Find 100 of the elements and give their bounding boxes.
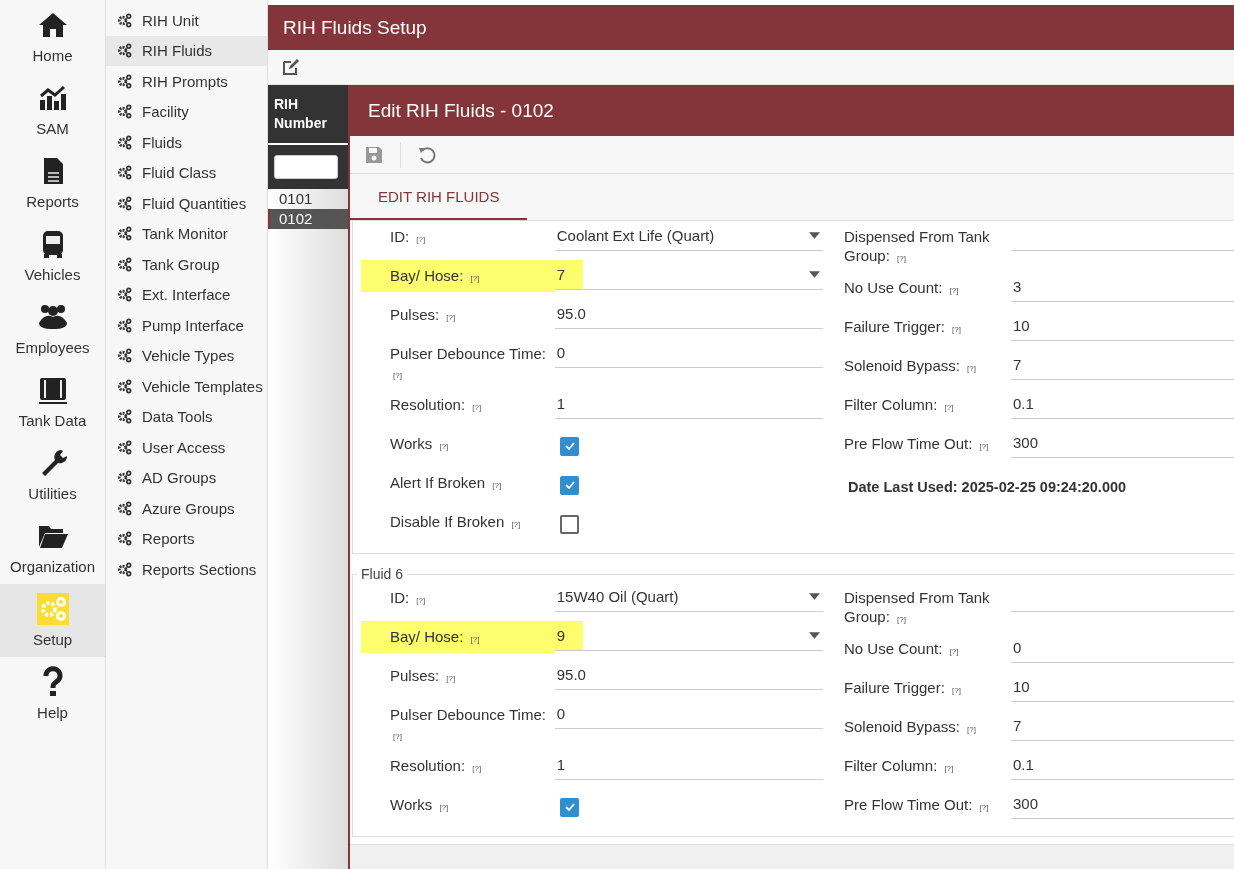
input-field[interactable]: 7: [1011, 711, 1234, 741]
input-field[interactable]: 0: [554, 338, 823, 368]
page-title: RIH Fluids Setup: [283, 16, 427, 39]
field-label: Bay/ Hose: [?]: [390, 628, 480, 645]
field-label: Dispensed From Tank Group: [?]: [844, 228, 990, 264]
field-label: No Use Count: [?]: [844, 279, 959, 296]
submenu-item[interactable]: Facility: [106, 96, 267, 127]
save-icon[interactable]: [364, 144, 384, 165]
submenu-item[interactable]: Reports Sections: [106, 554, 267, 585]
submenu-item[interactable]: Vehicle Templates: [106, 371, 267, 402]
submenu-item[interactable]: AD Groups: [106, 462, 267, 493]
input-field[interactable]: 1: [554, 389, 823, 419]
gears-icon: [117, 195, 132, 211]
checkmark-icon: [563, 479, 576, 491]
checkbox[interactable]: [560, 797, 579, 817]
gears-icon: [117, 256, 132, 272]
gears-icon: [117, 561, 132, 577]
submenu-item[interactable]: Fluid Quantities: [106, 188, 267, 219]
undo-icon[interactable]: [417, 144, 437, 165]
submenu-item[interactable]: RIH Fluids: [106, 35, 267, 66]
nav-item[interactable]: Tank Data: [0, 365, 105, 438]
input-field[interactable]: 1: [554, 750, 823, 780]
gears-icon: [117, 348, 132, 364]
gears-icon: [117, 531, 132, 547]
nav-item[interactable]: Home: [0, 0, 105, 73]
field-label: Filter Column: [?]: [844, 396, 954, 413]
input-field[interactable]: 10: [1011, 311, 1234, 341]
checkbox[interactable]: [560, 475, 579, 495]
gears-icon: [117, 134, 132, 150]
field-label: Works [?]: [390, 435, 449, 452]
gears-icon: [117, 104, 132, 120]
input-field[interactable]: 3: [1011, 272, 1234, 302]
caret-icon: [809, 271, 820, 278]
column-title: RIH Number: [274, 95, 328, 133]
field-label: Pre Flow Time Out: [?]: [844, 796, 989, 813]
field-label: Pulses: [?]: [390, 306, 456, 323]
field-label: Disable If Broken [?]: [390, 513, 521, 530]
gears-icon: [117, 165, 132, 181]
gears-icon: [117, 226, 132, 242]
field-label: Solenoid Bypass: [?]: [844, 718, 976, 735]
checkbox[interactable]: [560, 436, 579, 456]
input-field[interactable]: 95.0: [554, 299, 823, 329]
checkmark-icon: [563, 801, 576, 813]
input-field[interactable]: 0.1: [1011, 389, 1234, 419]
field-label: ID: [?]: [390, 589, 426, 606]
submenu-item[interactable]: Tank Group: [106, 249, 267, 280]
dropdown-field[interactable]: 9: [554, 621, 823, 651]
submenu-item[interactable]: RIH Unit: [106, 5, 267, 36]
input-field[interactable]: 95.0: [554, 660, 823, 690]
input-field[interactable]: 7: [1011, 350, 1234, 380]
input-field[interactable]: 10: [1011, 672, 1234, 702]
input-field[interactable]: 0: [1011, 633, 1234, 663]
gears-icon: [117, 409, 132, 425]
field-label: Alert If Broken [?]: [390, 474, 502, 491]
checkbox[interactable]: [560, 514, 579, 534]
nav-item[interactable]: Vehicles: [0, 219, 105, 292]
gears-icon: [117, 439, 132, 455]
nav-item[interactable]: Setup: [0, 584, 105, 657]
submenu-item[interactable]: Vehicle Types: [106, 340, 267, 371]
submenu-item[interactable]: Fluid Class: [106, 157, 267, 188]
gears-icon: [117, 317, 132, 333]
field-label: Failure Trigger: [?]: [844, 318, 961, 335]
list-row[interactable]: 0102: [268, 209, 348, 229]
list-row[interactable]: 0101: [268, 189, 348, 209]
submenu-item[interactable]: Pump Interface: [106, 310, 267, 341]
gears-icon: [117, 43, 132, 59]
gears-icon: [117, 378, 132, 394]
nav-item[interactable]: Reports: [0, 146, 105, 219]
dropdown-field[interactable]: 15W40 Oil (Quart): [554, 582, 823, 612]
section-legend: Fluid 6: [357, 566, 408, 582]
input-field[interactable]: 300: [1011, 428, 1234, 458]
gears-icon: [36, 593, 69, 625]
submenu-item[interactable]: Ext. Interface: [106, 279, 267, 310]
field-label: Pulses: [?]: [390, 667, 456, 684]
nav-item[interactable]: SAM: [0, 73, 105, 146]
caret-icon: [809, 232, 820, 239]
submenu-item[interactable]: Azure Groups: [106, 493, 267, 524]
nav-item[interactable]: Employees: [0, 292, 105, 365]
nav-item[interactable]: Organization: [0, 511, 105, 584]
gears-icon: [117, 500, 132, 516]
field-label: Filter Column: [?]: [844, 757, 954, 774]
dropdown-field[interactable]: 7: [554, 260, 823, 290]
submenu-item[interactable]: Data Tools: [106, 401, 267, 432]
submenu-item[interactable]: RIH Prompts: [106, 66, 267, 97]
input-field[interactable]: 300: [1011, 789, 1234, 819]
input-field[interactable]: 0.1: [1011, 750, 1234, 780]
field-label: Pulser Debounce Time: [?]: [390, 706, 546, 742]
field-label: Pre Flow Time Out: [?]: [844, 435, 989, 452]
dropdown-field[interactable]: Coolant Ext Life (Quart): [554, 221, 823, 251]
submenu-item[interactable]: Reports: [106, 523, 267, 554]
filter-field[interactable]: [274, 155, 338, 179]
submenu-item[interactable]: Fluids: [106, 127, 267, 158]
submenu-item[interactable]: Tank Monitor: [106, 218, 267, 249]
edit-icon[interactable]: [281, 57, 301, 77]
field-label: Pulser Debounce Time: [?]: [390, 345, 546, 381]
gears-icon: [117, 12, 132, 28]
submenu-item[interactable]: User Access: [106, 432, 267, 463]
input-field[interactable]: 0: [554, 699, 823, 729]
nav-item[interactable]: Utilities: [0, 438, 105, 511]
nav-item[interactable]: Help: [0, 657, 105, 730]
